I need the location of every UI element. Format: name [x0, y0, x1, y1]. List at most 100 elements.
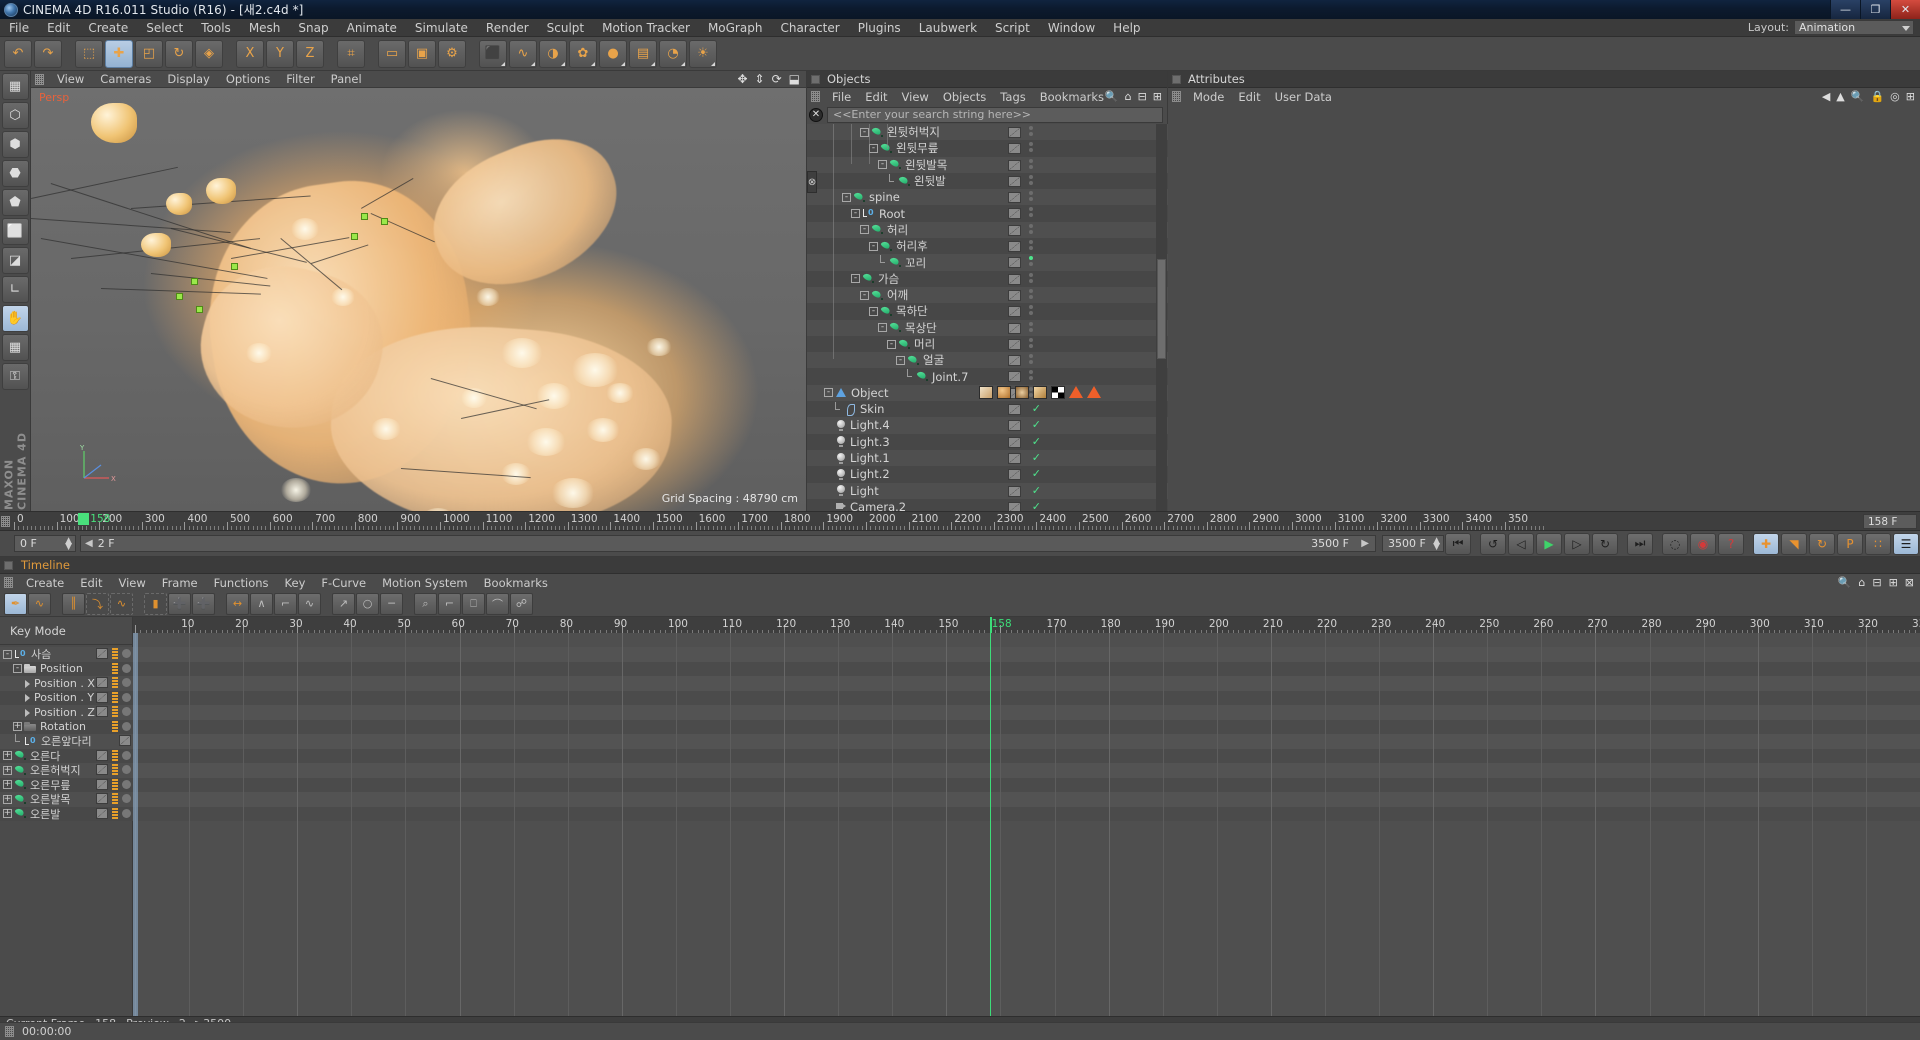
enabled-checkmark-icon[interactable]: ✓ — [1032, 485, 1041, 496]
forward-arrow-icon[interactable]: ▲ — [1836, 90, 1844, 103]
panel-grip-icon[interactable] — [811, 91, 820, 102]
visibility-toggle[interactable] — [1008, 452, 1021, 464]
tree-expander-icon[interactable]: - — [869, 241, 878, 251]
enabled-checkmark-icon[interactable]: ✓ — [1032, 419, 1041, 430]
visibility-toggle[interactable] — [1008, 241, 1021, 253]
menu-sculpt[interactable]: Sculpt — [538, 19, 593, 37]
spline-interp-button[interactable]: ∿ — [298, 592, 321, 615]
objects-menu-objects[interactable]: Objects — [936, 90, 993, 104]
render-view-button[interactable]: ▭ — [378, 39, 406, 68]
track-record-dot[interactable] — [122, 649, 131, 658]
panel-grip-icon[interactable] — [1, 516, 10, 527]
visibility-toggle[interactable] — [1008, 371, 1021, 383]
rig-handle-3[interactable] — [231, 263, 238, 270]
track-key-bars[interactable] — [112, 677, 118, 688]
lock-icon[interactable]: 🔒 — [1870, 90, 1884, 103]
protection-tag-icon[interactable] — [1087, 386, 1101, 399]
lock-axis-button[interactable]: ◈ — [195, 39, 223, 68]
objects-menu-edit[interactable]: Edit — [858, 90, 894, 104]
visibility-dots[interactable] — [1029, 240, 1033, 251]
open-timeline-button[interactable]: ☰ — [1893, 532, 1919, 555]
timeline-key-row[interactable] — [133, 777, 1920, 792]
timeline-key-rows[interactable] — [133, 647, 1920, 821]
visibility-toggle[interactable] — [1008, 224, 1021, 236]
lock-tool[interactable]: ⚿ — [1, 363, 29, 390]
visibility-toggle[interactable] — [1008, 322, 1021, 334]
timeline-track-row[interactable]: -0 사슴 — [0, 647, 133, 662]
track-enable-box[interactable] — [119, 735, 131, 746]
add-icon[interactable]: ⊞ — [1906, 90, 1915, 103]
object-tree-row[interactable]: - 허리 — [807, 221, 1169, 239]
timeline-key-row[interactable] — [133, 748, 1920, 763]
position-key-button[interactable]: ✚ — [1753, 532, 1779, 555]
menu-simulate[interactable]: Simulate — [406, 19, 477, 37]
track-key-bars[interactable] — [112, 662, 118, 674]
object-tree-row[interactable]: - 목상단 — [807, 319, 1169, 336]
track-key-bars[interactable] — [112, 706, 118, 717]
rig-handle-6[interactable] — [196, 306, 203, 313]
animation-mode-tool[interactable]: ◪ — [1, 247, 29, 274]
enabled-checkmark-icon[interactable]: ✓ — [1032, 468, 1041, 479]
menu-mesh[interactable]: Mesh — [240, 19, 290, 37]
menu-plugins[interactable]: Plugins — [849, 19, 910, 37]
object-tree-row[interactable]: - Object — [807, 384, 1169, 402]
move-button[interactable]: ✚ — [105, 39, 133, 68]
enable-axis-tool[interactable]: ✋ — [1, 305, 29, 332]
timeline-key-row[interactable] — [133, 719, 1920, 734]
visibility-toggle[interactable] — [1008, 289, 1021, 301]
attributes-menu-edit[interactable]: Edit — [1231, 90, 1267, 104]
move-view-icon[interactable]: ✥ — [737, 72, 747, 86]
object-tree-row[interactable]: -0 Root — [807, 205, 1169, 222]
clear-search-icon[interactable]: ✕ — [809, 107, 823, 122]
target-icon[interactable]: ◎ — [1890, 90, 1900, 103]
visibility-toggle[interactable] — [1008, 501, 1021, 511]
timeline-key-row[interactable] — [133, 676, 1920, 691]
tree-expander-icon[interactable]: - — [878, 160, 887, 170]
timeline-track-row[interactable]: + 오른허벅지 — [0, 763, 133, 778]
tree-expander-icon[interactable]: - — [860, 127, 869, 137]
keyframe-selection-button[interactable]: ? — [1718, 532, 1744, 555]
track-expander-icon[interactable]: + — [3, 809, 12, 819]
menu-motion-tracker[interactable]: Motion Tracker — [593, 19, 699, 37]
maximize-view-icon[interactable]: ⬓ — [789, 72, 800, 86]
timeline-track-row[interactable]: 0 오른앞다리 — [0, 733, 133, 749]
object-tree-row[interactable]: Light.3 ✓ — [807, 433, 1169, 450]
timeline-track-row[interactable]: + 오른발 — [0, 806, 133, 821]
preview-range-bar[interactable]: ◀ 2 F 3500 F ▶ — [80, 535, 1376, 552]
tree-expander-icon[interactable]: - — [896, 355, 905, 365]
track-expander-icon[interactable]: - — [13, 664, 22, 674]
axis-x-button[interactable]: X — [236, 39, 264, 68]
visibility-toggle[interactable] — [1008, 404, 1021, 416]
scale-key-button[interactable]: ◥ — [1781, 532, 1807, 555]
visibility-toggle[interactable] — [1008, 485, 1021, 497]
track-record-dot[interactable] — [122, 779, 131, 789]
timeline-menu-create[interactable]: Create — [18, 576, 72, 590]
layout-dropdown[interactable]: Animation — [1794, 20, 1914, 35]
track-expander-icon[interactable]: + — [13, 722, 22, 732]
track-expander-icon[interactable]: + — [3, 780, 12, 790]
rig-handle-2[interactable] — [351, 233, 358, 240]
enabled-checkmark-icon[interactable]: ✓ — [1032, 403, 1041, 414]
polygon-mode-tool[interactable]: ⬟ — [1, 189, 29, 216]
home-icon[interactable]: ⌂ — [1858, 576, 1865, 589]
object-tree-row[interactable]: - 왼뒷무릎 — [807, 140, 1169, 157]
frame-active-button[interactable]: ▮ — [144, 592, 167, 615]
objects-menu-file[interactable]: File — [825, 90, 858, 104]
track-key-bars[interactable] — [112, 793, 118, 804]
linear-interp-button[interactable]: ∧ — [250, 592, 273, 615]
parameter-key-button[interactable]: P — [1837, 532, 1863, 555]
object-tree-row[interactable]: 왼뒷발 — [807, 172, 1169, 190]
menu-file[interactable]: File — [0, 19, 38, 37]
menu-help[interactable]: Help — [1104, 19, 1149, 37]
menu-window[interactable]: Window — [1039, 19, 1104, 37]
light-button[interactable]: ◔ — [659, 39, 687, 68]
timeline-menu-bookmarks[interactable]: Bookmarks — [476, 576, 556, 590]
viewport-canvas[interactable]: Persp Grid Spacing : 48790 cm Y X — [31, 88, 806, 511]
timeline-menu-edit[interactable]: Edit — [72, 576, 110, 590]
tree-expander-icon[interactable]: - — [887, 339, 896, 349]
search-icon[interactable]: 🔍 — [1838, 576, 1852, 589]
start-frame-field[interactable]: 0 F ▲ ▼ — [14, 535, 76, 552]
timeline-key-row[interactable] — [133, 792, 1920, 807]
rig-handle-4[interactable] — [191, 278, 198, 285]
timeline-ruler[interactable]: 1020304050607080901001101201301401501601… — [133, 617, 1920, 633]
